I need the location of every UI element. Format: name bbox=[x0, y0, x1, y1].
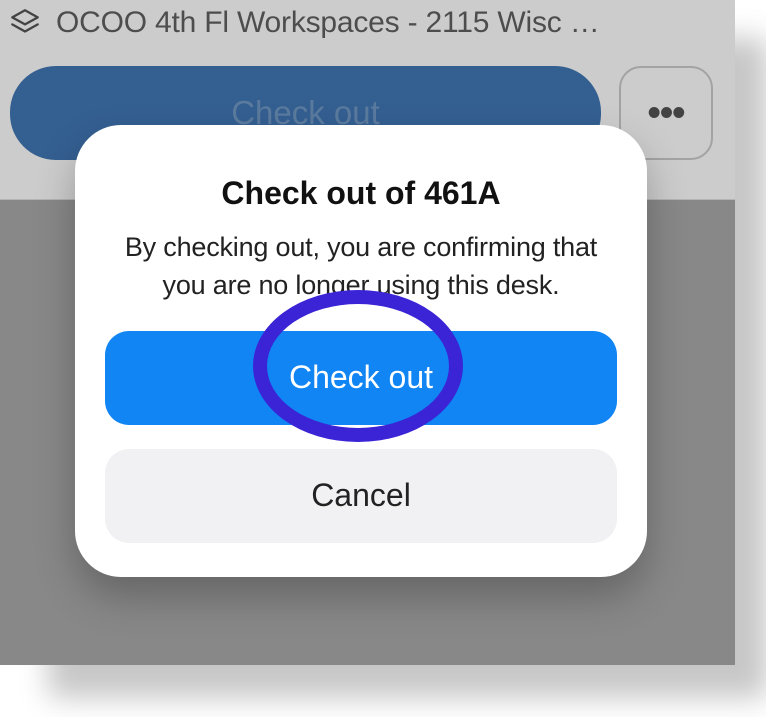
dialog-message: By checking out, you are confirming that… bbox=[105, 228, 617, 305]
checkout-dialog: Check out of 461A By checking out, you a… bbox=[75, 125, 647, 577]
confirm-checkout-label: Check out bbox=[289, 359, 433, 396]
app-frame: OCOO 4th Fl Workspaces - 2115 Wisc … Che… bbox=[0, 0, 735, 665]
cancel-button-label: Cancel bbox=[311, 477, 411, 514]
cancel-button[interactable]: Cancel bbox=[105, 449, 617, 543]
confirm-checkout-button[interactable]: Check out bbox=[105, 331, 617, 425]
dialog-title: Check out of 461A bbox=[105, 175, 617, 212]
